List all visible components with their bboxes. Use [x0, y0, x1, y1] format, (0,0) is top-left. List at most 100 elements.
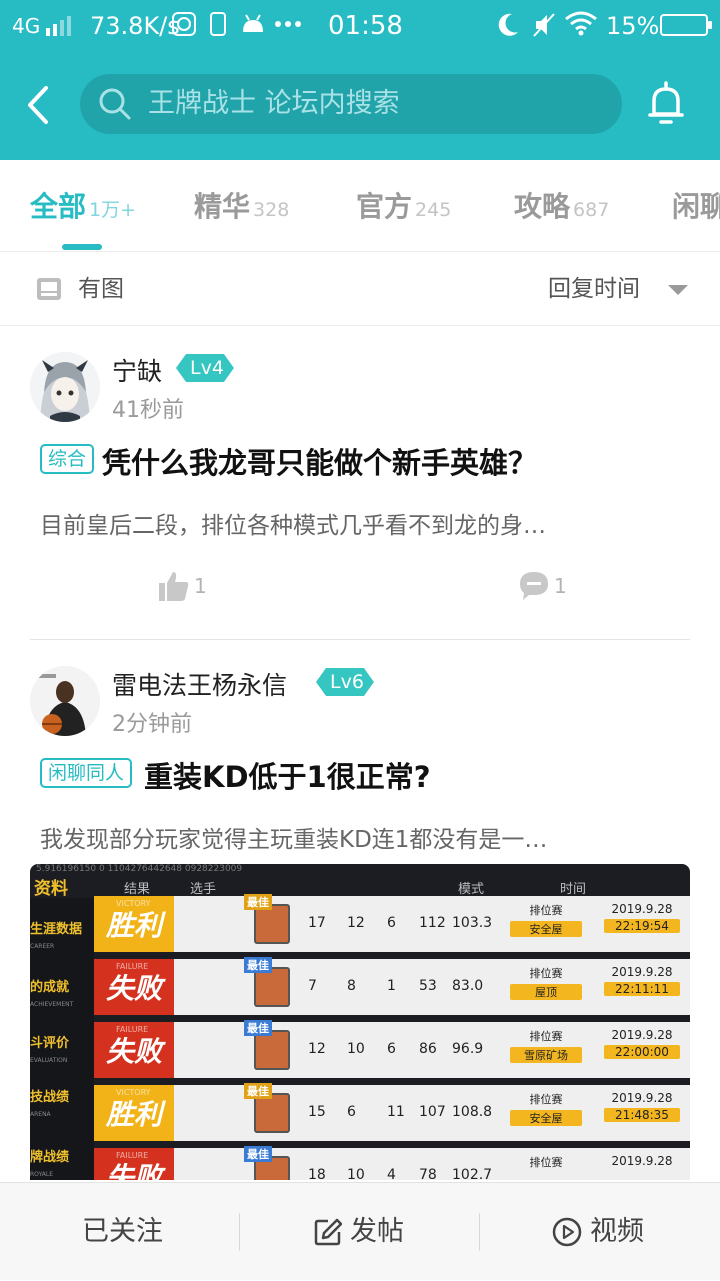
clock-label: 21:48:35 [604, 1108, 680, 1122]
tab-label: 闲聊 [672, 190, 720, 223]
comment-icon [520, 572, 548, 600]
match-result-en: FAILURE [116, 1151, 149, 1160]
side-item: 生涯数据 CAREER [30, 918, 94, 952]
notification-bell-icon[interactable] [642, 80, 690, 130]
map-label: 安全屋 [510, 1110, 582, 1126]
side-item: 牌战绩 ROYALE [30, 1146, 94, 1180]
sort-dropdown[interactable]: 回复时间 [548, 252, 698, 326]
side-item-sub: EVALUATION [30, 1057, 68, 1064]
hero-portrait [254, 967, 290, 1007]
hero-portrait [254, 904, 290, 944]
sort-label: 回复时间 [548, 276, 640, 302]
match-row: FAILURE 失败 最佳 7 8 1 53 83.0 排位赛 屋顶 2019.9.28 22:11:… [94, 957, 690, 1015]
side-item: 斗评价 EVALUATION [30, 1032, 94, 1066]
match-stat: 112 [419, 915, 446, 931]
comment-count: 1 [554, 574, 567, 598]
tab-official[interactable]: 官方 245 [356, 160, 452, 251]
avatar[interactable] [30, 352, 100, 422]
active-tab-indicator [62, 244, 102, 250]
username[interactable]: 宁缺 [112, 352, 162, 388]
match-stat: 17 [308, 915, 326, 931]
level-badge: Lv4 [176, 354, 234, 382]
post-image[interactable]: 5.916196150 0 1104276442648 0928223009 资… [30, 864, 690, 1180]
match-stat: 12 [308, 1041, 326, 1057]
date-label: 2019.9.28 [611, 1028, 673, 1042]
match-stat: 78 [419, 1167, 437, 1180]
tab-count: 1万+ [89, 199, 137, 221]
tab-chat[interactable]: 闲聊 [672, 160, 720, 251]
tab-all[interactable]: 全部 1万+ [30, 160, 137, 251]
avatar[interactable] [30, 666, 100, 736]
signal-icon [46, 16, 71, 36]
best-badge: 最佳 [244, 1083, 272, 1099]
tab-label: 精华 [194, 190, 251, 223]
post-tag[interactable]: 综合 [40, 444, 95, 474]
silent-icon [533, 13, 555, 37]
like-button[interactable]: 1 [158, 570, 218, 610]
match-date: 2019.9.28 22:19:54 [604, 902, 680, 933]
match-row: VICTORY 胜利 最佳 17 12 6 112 103.3 排位赛 安全屋 2019.9.28 2… [94, 894, 690, 952]
search-icon [99, 88, 131, 120]
side-item-label: 牌战绩 [30, 1150, 70, 1165]
match-mode: 排位赛 安全屋 [510, 1091, 582, 1126]
match-mode: 排位赛 [510, 1154, 582, 1173]
category-tabs: 全部1万+ 精华328 官方245 攻略687 闲聊 [0, 160, 720, 252]
profile-sidebar: 生涯数据 CAREER 的成就 ACHIEVEMENT 斗评价 EVALUATION … [30, 898, 94, 1180]
back-button[interactable] [20, 80, 64, 130]
phone-icon [210, 12, 226, 36]
post-title[interactable]: 凭什么我龙哥只能做个新手英雄？ [102, 440, 537, 482]
match-stat: 96.9 [452, 1041, 484, 1057]
match-stat: 18 [308, 1167, 326, 1180]
best-badge: 最佳 [244, 894, 272, 910]
match-stat: 6 [387, 915, 396, 931]
match-stat: 53 [419, 978, 437, 994]
match-mode: 排位赛 雪原矿场 [510, 1028, 582, 1063]
map-label: 安全屋 [510, 921, 582, 937]
match-mode: 排位赛 屋顶 [510, 965, 582, 1000]
tab-guides[interactable]: 攻略 687 [514, 160, 610, 251]
post-title[interactable]: 重装KD低于1很正常? [144, 754, 431, 796]
mode-label: 排位赛 [529, 967, 563, 980]
match-row: FAILURE 失败 最佳 12 10 6 86 96.9 排位赛 雪原矿场 2019.9.28 22… [94, 1020, 690, 1078]
mode-label: 排位赛 [529, 904, 563, 917]
side-item-label: 的成就 [30, 980, 70, 995]
match-result-en: FAILURE [116, 962, 149, 971]
like-count: 1 [194, 574, 207, 598]
tab-count: 328 [253, 199, 290, 221]
match-stat: 11 [387, 1104, 405, 1120]
image-filter-label[interactable]: 有图 [78, 252, 124, 326]
match-row: FAILURE 失败 最佳 18 10 4 78 102.7 排位赛 2019.9.28 [94, 1146, 690, 1180]
post-tag[interactable]: 闲聊同人 [40, 758, 133, 788]
tab-label: 全部 [30, 190, 87, 223]
comment-button[interactable]: 1 [518, 570, 578, 610]
search-bar[interactable]: 王牌战士 论坛内搜索 [80, 74, 622, 134]
match-mode: 排位赛 安全屋 [510, 902, 582, 937]
status-bar: 4G 73.8K/s 01:58 15% [0, 0, 720, 52]
followed-button[interactable]: 已关注 [82, 1183, 163, 1281]
best-badge: 最佳 [244, 1020, 272, 1036]
new-post-label: 发帖 [350, 1216, 404, 1247]
match-stat: 6 [387, 1041, 396, 1057]
network-speed: 73.8K/s [90, 12, 180, 40]
moon-icon [498, 13, 518, 36]
date-label: 2019.9.28 [611, 1091, 673, 1105]
avatar-image [30, 666, 100, 736]
date-label: 2019.9.28 [611, 902, 673, 916]
tab-featured[interactable]: 精华 328 [194, 160, 290, 251]
username[interactable]: 雷电法王杨永信 [112, 666, 287, 702]
side-item-label: 斗评价 [30, 1036, 70, 1051]
more-dots-icon [275, 21, 301, 27]
network-type: 4G [12, 14, 41, 38]
header-time: 时间 [560, 882, 587, 897]
image-filter-checkbox-icon[interactable] [36, 277, 62, 301]
tab-count: 245 [415, 199, 452, 221]
side-item: 的成就 ACHIEVEMENT [30, 976, 94, 1010]
match-date: 2019.9.28 22:00:00 [604, 1028, 680, 1059]
date-label: 2019.9.28 [611, 965, 673, 979]
post-card[interactable]: 宁缺 Lv4 41秒前 综合 凭什么我龙哥只能做个新手英雄？ 目前皇后二段，排位… [0, 326, 720, 639]
post-excerpt: 目前皇后二段，排位各种模式几乎看不到龙的身… [40, 513, 546, 539]
header-player: 选手 [190, 882, 217, 897]
tab-count: 687 [573, 199, 610, 221]
tab-label: 攻略 [514, 190, 571, 223]
edit-icon [314, 1218, 342, 1246]
